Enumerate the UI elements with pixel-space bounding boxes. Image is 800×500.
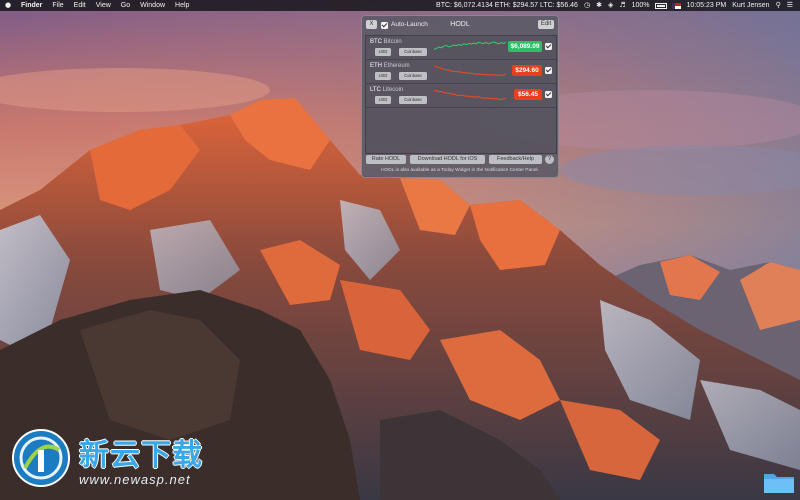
menu-app-finder[interactable]: Finder	[16, 0, 47, 11]
coin-row-eth: ETH Ethereum USD Coinbase $294.60	[366, 60, 556, 84]
currency-button[interactable]: USD	[375, 72, 391, 80]
exchange-button[interactable]: Coinbase	[399, 48, 427, 56]
watermark-url: www.newasp.net	[79, 471, 191, 487]
menu-window[interactable]: Window	[135, 0, 170, 11]
widget-note: HODL is also available as a Today Widget…	[381, 168, 539, 173]
watermark-brand: 新云下载	[79, 437, 203, 473]
price-badge: $6,089.09	[508, 41, 542, 52]
notification-center-icon[interactable]: ☰	[784, 0, 796, 11]
input-source-flag-icon[interactable]	[671, 2, 681, 9]
menu-help[interactable]: Help	[170, 0, 194, 11]
volume-icon[interactable]: ♬	[616, 0, 628, 11]
hodl-panel: X Auto-Launch HODL Edit BTC Bitcoin USD …	[361, 15, 559, 178]
sparkline-chart	[434, 65, 506, 76]
spotlight-search-icon[interactable]: ⚲	[773, 0, 784, 11]
menu-edit[interactable]: Edit	[69, 0, 91, 11]
clock[interactable]: 10:05:23 PM	[684, 0, 730, 11]
wifi-icon[interactable]: ◈	[605, 0, 616, 11]
coin-visible-checkbox[interactable]	[545, 67, 552, 74]
newasp-logo-icon	[12, 429, 70, 487]
hodl-ticker-status[interactable]: BTC: $6,072.4134 ETH: $294.57 LTC: $56.4…	[433, 0, 581, 11]
desktop-folder-icon[interactable]	[763, 470, 795, 494]
bluetooth-icon[interactable]: ✱	[593, 0, 605, 11]
coin-symbol: BTC	[370, 39, 382, 45]
coin-label: BTC Bitcoin	[370, 39, 402, 45]
sparkline-path	[434, 89, 506, 100]
coin-label: ETH Ethereum	[370, 63, 410, 69]
menu-view[interactable]: View	[91, 0, 116, 11]
menu-file[interactable]: File	[47, 0, 68, 11]
coin-row-btc: BTC Bitcoin USD Coinbase $6,089.09	[366, 36, 556, 60]
coin-symbol: LTC	[370, 87, 381, 93]
watermark-text: 新云下载 www.newasp.net	[79, 430, 203, 487]
menu-go[interactable]: Go	[116, 0, 135, 11]
coin-visible-checkbox[interactable]	[545, 91, 552, 98]
coin-name: Ethereum	[383, 63, 410, 69]
rate-hodl-button[interactable]: Rate HODL	[366, 155, 406, 164]
currency-button[interactable]: USD	[375, 48, 391, 56]
price-badge: $294.60	[512, 65, 542, 76]
help-icon[interactable]: ?	[545, 155, 554, 164]
price-badge: $56.45	[514, 89, 542, 100]
coin-name: Bitcoin	[383, 39, 402, 45]
currency-button[interactable]: USD	[375, 96, 391, 104]
panel-footer: Rate HODL Download HODL for iOS Feedback…	[362, 154, 558, 166]
sparkline-chart	[434, 41, 506, 50]
coin-symbol: ETH	[370, 63, 382, 69]
user-name[interactable]: Kurt Jensen	[729, 0, 772, 11]
time-machine-icon[interactable]: ◷	[581, 0, 593, 11]
edit-button[interactable]: Edit	[538, 20, 554, 29]
panel-header: X Auto-Launch HODL Edit	[362, 16, 558, 34]
sparkline-path	[434, 65, 506, 76]
sparkline-chart	[434, 89, 506, 100]
coin-label: LTC Litecoin	[370, 87, 403, 93]
apple-menu-icon[interactable]: ●	[0, 0, 16, 11]
download-ios-button[interactable]: Download HODL for iOS	[410, 155, 485, 164]
panel-title: HODL	[450, 21, 470, 28]
battery-icon[interactable]	[654, 2, 667, 9]
coin-name: Litecoin	[382, 87, 404, 93]
watermark: 新云下载 www.newasp.net	[11, 425, 203, 491]
coin-visible-checkbox[interactable]	[545, 43, 552, 50]
feedback-help-button[interactable]: Feedback/Help	[489, 155, 542, 164]
battery-percentage[interactable]: 100%	[629, 0, 653, 11]
coin-list: BTC Bitcoin USD Coinbase $6,089.09 ETH E…	[365, 35, 557, 154]
exchange-button[interactable]: Coinbase	[399, 96, 427, 104]
coin-row-ltc: LTC Litecoin USD Coinbase $56.45	[366, 84, 556, 108]
menu-bar: ● Finder File Edit View Go Window Help B…	[0, 0, 800, 11]
exchange-button[interactable]: Coinbase	[399, 72, 427, 80]
sparkline-path	[434, 41, 506, 50]
